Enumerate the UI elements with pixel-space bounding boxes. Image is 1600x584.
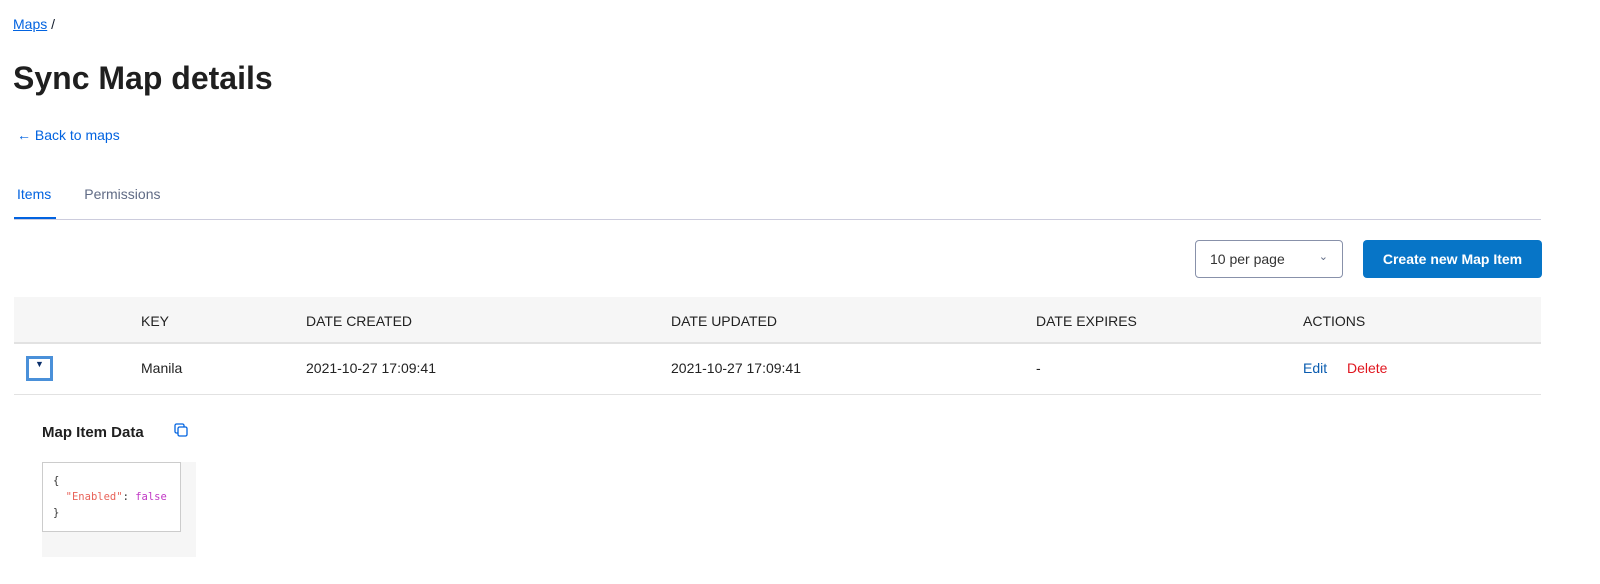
page-size-select[interactable]: 10 per page ⌄	[1195, 240, 1343, 278]
tab-permissions[interactable]: Permissions	[84, 176, 160, 219]
cell-key: Manila	[141, 360, 183, 376]
chevron-down-icon: ⌄	[1318, 251, 1328, 263]
back-to-maps-link[interactable]: ← Back to maps	[17, 127, 120, 143]
json-close-brace: }	[53, 507, 60, 519]
tab-items[interactable]: Items	[14, 176, 57, 219]
json-open-brace: {	[53, 475, 60, 487]
json-key: "Enabled"	[65, 491, 123, 503]
copy-icon[interactable]	[174, 423, 188, 437]
breadcrumb: Maps /	[13, 16, 55, 32]
header-date-updated: DATE UPDATED	[671, 313, 778, 329]
breadcrumb-maps-link[interactable]: Maps	[13, 16, 47, 32]
json-viewer: { "Enabled": false }	[42, 462, 181, 532]
tab-bar: Items Permissions	[14, 176, 1541, 220]
expand-row-button[interactable]: ▼	[26, 356, 53, 381]
cell-date-updated: 2021-10-27 17:09:41	[671, 360, 801, 376]
cell-date-created: 2021-10-27 17:09:41	[306, 360, 436, 376]
table-header: KEY DATE CREATED DATE UPDATED DATE EXPIR…	[14, 297, 1541, 344]
delete-link[interactable]: Delete	[1347, 360, 1387, 376]
header-key: KEY	[141, 313, 170, 329]
edit-link[interactable]: Edit	[1303, 360, 1327, 376]
header-date-created: DATE CREATED	[306, 313, 413, 329]
breadcrumb-separator: /	[51, 16, 56, 32]
map-item-data-title: Map Item Data	[42, 424, 144, 441]
cell-date-expires: -	[1036, 360, 1041, 376]
header-actions: ACTIONS	[1303, 313, 1366, 329]
header-date-expires: DATE EXPIRES	[1036, 313, 1137, 329]
create-map-item-button[interactable]: Create new Map Item	[1363, 240, 1542, 278]
table-row: ▼ Manila 2021-10-27 17:09:41 2021-10-27 …	[14, 344, 1541, 395]
json-colon: :	[122, 491, 136, 503]
json-value: false	[135, 491, 167, 503]
page-size-value: 10 per page	[1210, 251, 1285, 267]
caret-down-icon: ▼	[35, 359, 44, 369]
page-title: Sync Map details	[13, 60, 273, 96]
